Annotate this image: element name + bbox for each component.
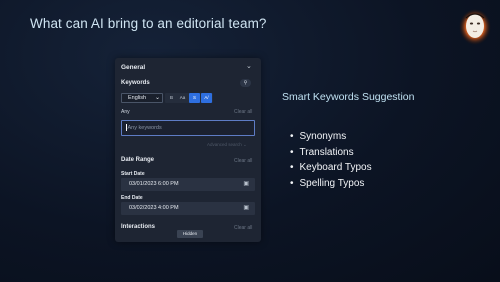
feature-title: Smart Keywords Suggestion xyxy=(282,91,415,103)
date-range-label: Date Range xyxy=(121,157,155,163)
interactions-label: Interactions xyxy=(121,224,156,230)
text-caret xyxy=(126,124,127,132)
end-date-value: 03/02/2023 4:00 PM xyxy=(129,205,179,211)
calendar-icon[interactable]: ▣ xyxy=(243,178,249,191)
logo-face-icon xyxy=(458,8,492,46)
toggle-bold[interactable]: B xyxy=(166,93,177,103)
language-select[interactable]: English ⌄ xyxy=(121,93,163,103)
bullet-item: Synonyms xyxy=(290,129,372,145)
advanced-search-label: Advanced search xyxy=(207,142,242,147)
calendar-icon[interactable]: ▣ xyxy=(243,202,249,215)
toggle-smart[interactable]: S xyxy=(189,93,200,103)
toggle-translate[interactable]: A/ xyxy=(201,93,212,103)
slide-title: What can AI bring to an editorial team? xyxy=(30,16,267,31)
date-range-clear-all[interactable]: Clear all xyxy=(234,158,252,164)
start-date-field[interactable]: 03/01/2023 6:00 PM ▣ xyxy=(121,178,255,191)
match-mode-label[interactable]: Any xyxy=(121,109,130,115)
start-date-value: 03/01/2023 6:00 PM xyxy=(129,181,179,187)
advanced-search-link[interactable]: Advanced search ⌄ xyxy=(207,142,247,148)
filter-panel: General ⌄ Keywords ⚲ English ⌄ B Aa S A/… xyxy=(115,58,261,242)
hidden-tag: Hidden xyxy=(177,230,203,238)
keywords-placeholder: Any keywords xyxy=(127,125,162,131)
end-date-field[interactable]: 03/02/2023 4:00 PM ▣ xyxy=(121,202,255,215)
chevron-down-icon: ⌄ xyxy=(154,95,160,101)
bullet-item: Spelling Typos xyxy=(290,176,372,192)
bullet-item: Translations xyxy=(290,145,372,161)
pin-icon[interactable]: ⚲ xyxy=(240,79,251,87)
toggle-case[interactable]: Aa xyxy=(177,93,188,103)
language-select-value: English xyxy=(128,95,147,101)
keywords-input[interactable]: Any keywords xyxy=(121,120,255,136)
keywords-clear-all[interactable]: Clear all xyxy=(234,109,252,115)
keywords-label: Keywords xyxy=(121,80,150,86)
chevron-down-icon: ⌄ xyxy=(243,142,247,147)
feature-bullet-list: Synonyms Translations Keyboard Typos Spe… xyxy=(290,129,372,191)
section-title-general: General xyxy=(121,64,146,71)
start-date-label: Start Date xyxy=(121,171,145,177)
end-date-label: End Date xyxy=(121,195,143,201)
interactions-clear-all[interactable]: Clear all xyxy=(234,225,252,231)
chevron-down-icon[interactable]: ⌄ xyxy=(246,62,252,70)
bullet-item: Keyboard Typos xyxy=(290,160,372,176)
keyword-options-toggle: B Aa S A/ xyxy=(165,93,213,103)
